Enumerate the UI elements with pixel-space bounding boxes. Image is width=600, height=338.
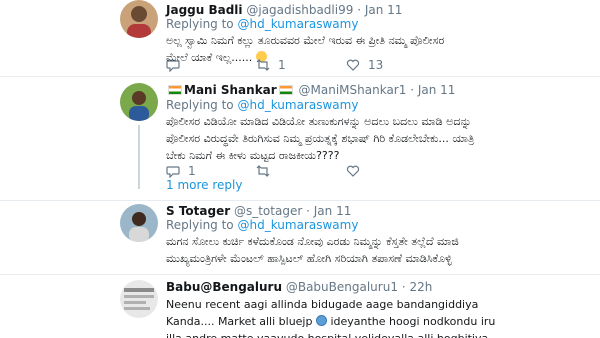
user-handle[interactable]: @s_totager [234, 204, 302, 218]
like-icon [346, 59, 360, 71]
timestamp[interactable]: Jan 11 [365, 3, 403, 17]
avatar[interactable] [120, 83, 158, 121]
replying-to: Replying to @hd_kumaraswamy [166, 17, 358, 31]
separator-dot: · [401, 280, 406, 294]
tweet-header: S Totager @s_totager · Jan 11 [166, 204, 351, 218]
display-name[interactable]: Mani Shankar [184, 83, 277, 97]
avatar[interactable] [120, 204, 158, 242]
replying-to: Replying to @hd_kumaraswamy [166, 98, 358, 112]
tweet-actions: 1 13 [166, 58, 456, 74]
like-count: 13 [368, 58, 384, 72]
tweet-s-totager[interactable]: S Totager @s_totager · Jan 11 Replying t… [0, 201, 600, 275]
retweet-count: 1 [278, 58, 286, 72]
retweet-button[interactable]: 1 [256, 58, 286, 72]
tweet-text: ಪೊಲೀಸರ ವಿಡಿಯೋ ಮಾಡಿದ ವಿಡಿಯೋ ತುಣುಕುಗಳನ್ನು … [166, 115, 475, 162]
mention-link[interactable]: @hd_kumaraswamy [237, 218, 358, 232]
user-handle[interactable]: @jagadishbadli99 [246, 3, 353, 17]
timestamp[interactable]: 22h [409, 280, 432, 294]
tweet-header: Jaggu Badli @jagadishbadli99 · Jan 11 [166, 3, 402, 17]
display-name[interactable]: Jaggu Badli [166, 3, 243, 17]
tweet-text: Neenu recent aagi allinda bidugade aage … [166, 296, 506, 338]
tweet-header: Mani Shankar @ManiMShankar1 · Jan 11 [166, 83, 455, 97]
separator-dot: · [306, 204, 310, 218]
tweet-header: Babu@Bengaluru @BabuBengaluru1 · 22h [166, 280, 432, 294]
reply-icon [166, 60, 180, 72]
mention-link[interactable]: @hd_kumaraswamy [237, 98, 358, 112]
flag-india-icon [278, 85, 293, 95]
show-more-replies[interactable]: 1 more reply [0, 170, 600, 201]
reply-button[interactable] [166, 58, 180, 72]
replying-label: Replying to [166, 218, 234, 232]
flag-india-icon [168, 85, 182, 95]
replying-label: Replying to [166, 17, 234, 31]
display-name[interactable]: S Totager [166, 204, 230, 218]
tweet-jaggu-badli[interactable]: Jaggu Badli @jagadishbadli99 · Jan 11 Re… [0, 0, 600, 77]
separator-dot: · [357, 3, 362, 17]
retweet-icon [256, 59, 270, 71]
timestamp[interactable]: Jan 11 [314, 204, 352, 218]
replying-to: Replying to @hd_kumaraswamy [166, 218, 358, 232]
tweet-babu-bengaluru[interactable]: Babu@Bengaluru @BabuBengaluru1 · 22h Nee… [0, 276, 600, 338]
more-replies-link[interactable]: 1 more reply [166, 178, 242, 192]
globe-icon [315, 315, 327, 326]
avatar[interactable] [120, 0, 158, 38]
user-handle[interactable]: @BabuBengaluru1 [286, 280, 398, 294]
like-button[interactable]: 13 [346, 58, 383, 72]
separator-dot: · [410, 83, 415, 97]
timestamp[interactable]: Jan 11 [418, 83, 456, 97]
tweet-text: ಮಗನ ಸೋಲು ಕುರ್ಚಿ ಕಳೆದುಕೊಂಡ ನೋವು ಎರಡು ನಿಮ್… [166, 235, 459, 265]
display-name[interactable]: Babu@Bengaluru [166, 280, 282, 294]
avatar[interactable] [120, 280, 158, 318]
user-handle[interactable]: @ManiMShankar1 [299, 83, 407, 97]
mention-link[interactable]: @hd_kumaraswamy [237, 17, 358, 31]
replying-label: Replying to [166, 98, 234, 112]
